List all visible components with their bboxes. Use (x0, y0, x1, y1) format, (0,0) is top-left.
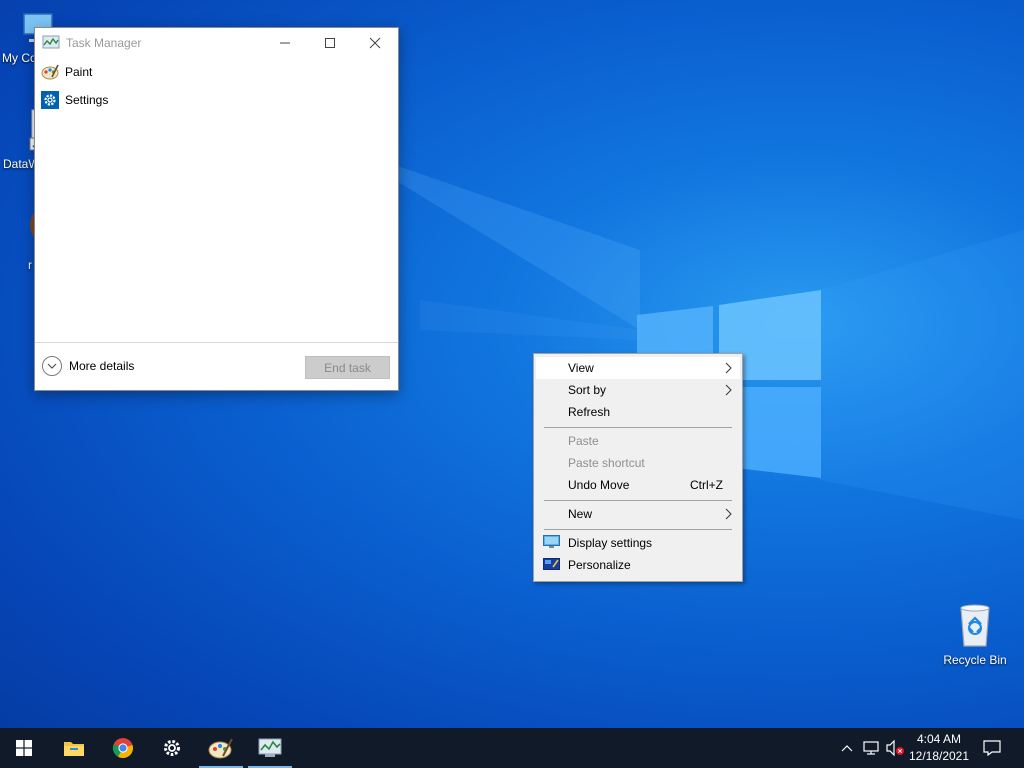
menu-item-sort-by[interactable]: Sort by (536, 379, 740, 401)
menu-item-paste[interactable]: Paste (536, 430, 740, 452)
close-icon (369, 37, 381, 48)
taskbar: 4:04 AM 12/18/2021 (0, 728, 1024, 768)
app-row-paint[interactable]: Paint (35, 58, 398, 86)
menu-item-view[interactable]: View (536, 357, 740, 379)
recycle-bin-icon (960, 604, 990, 647)
menu-separator (544, 500, 732, 501)
settings-gear-icon (164, 740, 180, 756)
taskbar-settings[interactable] (148, 728, 196, 768)
task-manager-icon (258, 738, 282, 757)
display-icon (543, 535, 560, 548)
menu-item-new[interactable]: New (536, 503, 740, 525)
maximize-icon (325, 37, 335, 48)
menu-item-personalize[interactable]: Personalize (536, 554, 740, 576)
app-name: Paint (65, 65, 93, 79)
app-row-settings[interactable]: Settings (35, 86, 398, 114)
menu-item-label: View (568, 361, 594, 375)
desktop-icon-recycle-bin[interactable]: Recycle Bin (940, 602, 1010, 667)
chevron-right-icon (725, 362, 732, 374)
menu-separator (544, 427, 732, 428)
minimize-button[interactable] (262, 28, 308, 57)
menu-item-refresh[interactable]: Refresh (536, 401, 740, 423)
end-task-button[interactable]: End task (305, 356, 390, 379)
notifications-button[interactable] (978, 728, 1006, 768)
chevron-right-icon (725, 508, 732, 520)
menu-item-shortcut: Ctrl+Z (690, 478, 723, 492)
paint-icon (41, 64, 59, 80)
taskbar-paint[interactable] (197, 728, 245, 768)
chevron-down-icon (42, 356, 62, 376)
more-details-label: More details (69, 359, 135, 373)
menu-item-label: Refresh (568, 405, 611, 419)
app-name: Settings (65, 93, 109, 107)
menu-item-label: Personalize (568, 558, 631, 572)
task-manager-icon (42, 35, 60, 48)
task-manager-window[interactable]: Task Manager Paint Settings More details… (34, 27, 399, 391)
network-icon (863, 741, 879, 755)
chrome-icon (112, 738, 133, 759)
taskbar-task-manager[interactable] (246, 728, 294, 768)
taskbar-clock[interactable]: 4:04 AM 12/18/2021 (900, 731, 978, 765)
menu-item-display-settings[interactable]: Display settings (536, 532, 740, 554)
personalize-icon (543, 558, 560, 570)
desktop-context-menu: View Sort by Refresh Paste Paste shortcu… (533, 353, 743, 582)
desktop[interactable]: My Co DataW r Recycle Bin Task Manager P… (0, 0, 1024, 768)
close-button[interactable] (352, 28, 398, 57)
taskbar-file-explorer[interactable] (50, 728, 98, 768)
more-details-button[interactable]: More details (42, 356, 134, 376)
taskbar-chrome[interactable] (99, 728, 147, 768)
start-button[interactable] (0, 728, 48, 768)
menu-item-undo-move[interactable]: Undo Move Ctrl+Z (536, 474, 740, 496)
menu-item-label: Paste shortcut (568, 456, 645, 470)
chevron-right-icon (725, 384, 732, 396)
clock-date: 12/18/2021 (908, 749, 970, 763)
network-button[interactable] (860, 728, 882, 768)
maximize-button[interactable] (307, 28, 353, 57)
menu-separator (544, 529, 732, 530)
notification-icon (983, 740, 1001, 756)
task-manager-footer: More details End task (35, 342, 398, 390)
task-manager-app-list: Paint Settings (35, 58, 398, 114)
menu-item-label: Undo Move (568, 478, 630, 492)
file-explorer-icon (64, 742, 84, 756)
menu-item-paste-shortcut[interactable]: Paste shortcut (536, 452, 740, 474)
clock-time: 4:04 AM (916, 732, 962, 746)
menu-item-label: Display settings (568, 536, 653, 550)
menu-item-label: Paste (568, 434, 599, 448)
recycle-bin-label: Recycle Bin (943, 653, 1007, 667)
settings-gear-icon (41, 91, 59, 109)
menu-item-label: New (568, 507, 593, 521)
chevron-up-icon (841, 745, 853, 752)
task-manager-titlebar[interactable]: Task Manager (35, 28, 398, 57)
menu-item-label: Sort by (568, 383, 607, 397)
show-hidden-icons-button[interactable] (838, 728, 856, 768)
task-manager-title: Task Manager (66, 35, 142, 50)
minimize-icon (280, 42, 290, 43)
paint-icon (208, 738, 233, 759)
start-icon (16, 740, 32, 756)
